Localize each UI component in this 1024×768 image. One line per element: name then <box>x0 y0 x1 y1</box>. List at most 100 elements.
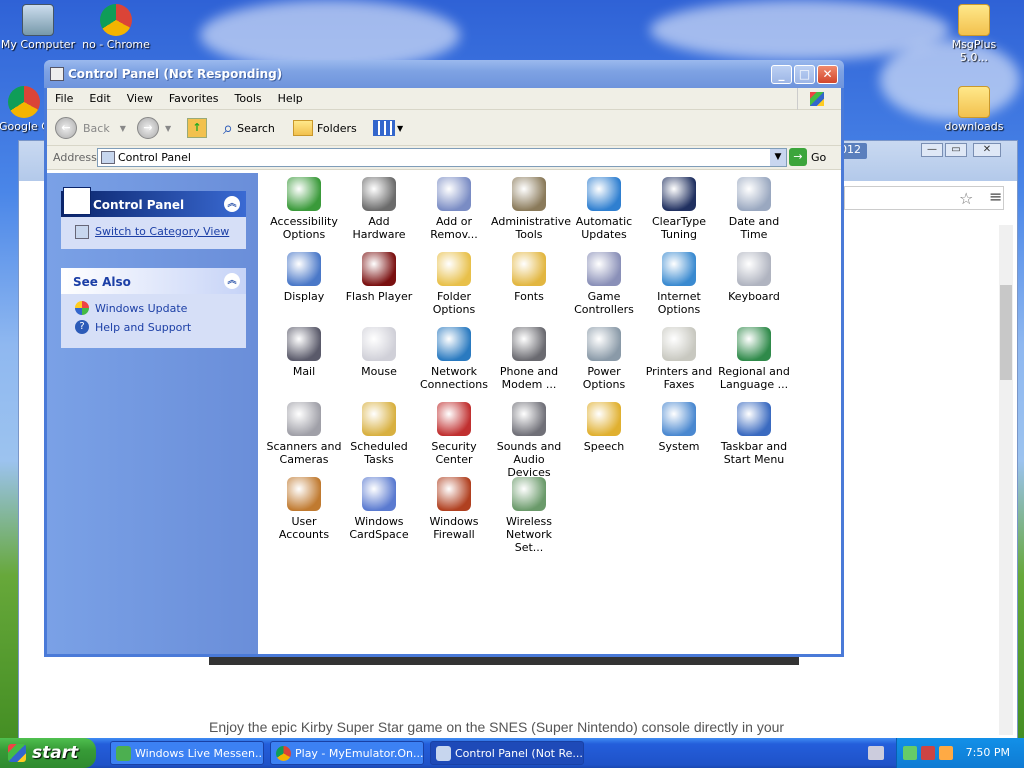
control-panel-item[interactable]: Security Center <box>416 402 492 466</box>
control-panel-item[interactable]: Printers and Faxes <box>641 327 717 391</box>
control-panel-item[interactable]: Administrative Tools <box>491 177 572 241</box>
control-panel-item[interactable]: Accessibility Options <box>266 177 342 241</box>
applet-icon <box>362 477 396 511</box>
chrome-close-button[interactable]: ✕ <box>973 143 1001 157</box>
task-control-panel[interactable]: Control Panel (Not Re... <box>430 741 584 765</box>
task-chrome[interactable]: Play - MyEmulator.On... <box>270 741 424 765</box>
chrome-scrollbar[interactable] <box>999 225 1013 735</box>
control-panel-item[interactable]: Network Connections <box>416 327 492 391</box>
control-panel-item[interactable]: Scheduled Tasks <box>341 402 417 466</box>
control-panel-item[interactable]: Display <box>266 252 342 303</box>
item-label: Fonts <box>514 290 544 303</box>
chrome-omnibox[interactable] <box>844 186 1004 210</box>
control-panel-item[interactable]: Sounds and Audio Devices <box>491 402 567 479</box>
desktop-icon-my-computer[interactable]: My Computer <box>0 4 76 51</box>
search-button[interactable]: ⌕ Search <box>223 116 275 140</box>
control-panel-box: Control Panel ︽ Switch to Category View <box>61 187 246 249</box>
views-button[interactable]: ▼ <box>373 116 403 140</box>
control-panel-item[interactable]: Fonts <box>491 252 567 303</box>
help-support-link[interactable]: ? Help and Support <box>61 317 246 336</box>
control-panel-item[interactable]: Mouse <box>341 327 417 378</box>
chrome-minimize-button[interactable]: — <box>921 143 943 157</box>
menu-icon[interactable]: ≡ <box>989 187 1002 206</box>
item-label: ClearType <box>651 215 707 228</box>
control-panel-item[interactable]: Windows Firewall <box>416 477 492 541</box>
keyboard-icon[interactable] <box>868 746 884 760</box>
control-panel-box-header[interactable]: Control Panel ︽ <box>61 187 246 217</box>
collapse-icon[interactable]: ︽ <box>224 196 240 212</box>
desktop-icon-chrome[interactable]: no - Chrome <box>78 4 154 51</box>
address-field[interactable]: Control Panel ▼ <box>97 148 787 167</box>
control-panel-item[interactable]: ClearType Tuning <box>641 177 717 241</box>
item-label: Display <box>283 290 325 303</box>
control-panel-item[interactable]: Add or Remov... <box>416 177 492 241</box>
star-icon[interactable]: ☆ <box>959 189 973 208</box>
menu-file[interactable]: File <box>47 88 81 109</box>
item-label-line2: Remov... <box>430 228 478 241</box>
see-also-header[interactable]: See Also ︽ <box>61 268 246 294</box>
item-label-line2: Faxes <box>663 378 695 391</box>
menu-favorites[interactable]: Favorites <box>161 88 227 109</box>
up-folder-button[interactable]: ↑ <box>187 116 207 140</box>
desktop-icon-downloads[interactable]: downloads <box>936 86 1012 133</box>
control-panel-item[interactable]: Wireless Network Set... <box>491 477 567 554</box>
control-panel-item[interactable]: Speech <box>566 402 642 453</box>
item-label-line2: Controllers <box>574 303 634 316</box>
control-panel-item[interactable]: Mail <box>266 327 342 378</box>
back-arrow-icon: ← <box>55 117 77 139</box>
control-panel-item[interactable]: Flash Player <box>341 252 417 303</box>
chrome-maximize-button[interactable]: ▭ <box>945 143 967 157</box>
control-panel-item[interactable]: Windows CardSpace <box>341 477 417 541</box>
menu-edit[interactable]: Edit <box>81 88 118 109</box>
maximize-button[interactable]: □ <box>794 65 815 84</box>
go-button[interactable]: → Go <box>789 148 826 166</box>
windows-logo-icon <box>797 88 835 110</box>
control-panel-item[interactable]: Internet Options <box>641 252 717 316</box>
control-panel-item[interactable]: Game Controllers <box>566 252 642 316</box>
security-alert-icon[interactable] <box>921 746 935 760</box>
window-titlebar[interactable]: Control Panel (Not Responding) _ □ ✕ <box>44 60 844 88</box>
item-label: Keyboard <box>728 290 780 303</box>
chevron-down-icon[interactable]: ▼ <box>770 149 786 166</box>
windows-update-link[interactable]: Windows Update <box>61 294 246 317</box>
folders-button[interactable]: Folders <box>293 116 357 140</box>
task-messenger[interactable]: Windows Live Messen... <box>110 741 264 765</box>
control-panel-item[interactable]: Keyboard <box>716 252 792 303</box>
item-label: Flash Player <box>345 290 413 303</box>
control-panel-icon <box>101 151 115 164</box>
control-panel-item[interactable]: Regional and Language ... <box>716 327 792 391</box>
minimize-button[interactable]: _ <box>771 65 792 84</box>
go-arrow-icon: → <box>789 148 807 166</box>
switch-category-view-link[interactable]: Switch to Category View <box>61 217 246 239</box>
collapse-icon[interactable]: ︽ <box>224 273 240 289</box>
item-label-line2: Start Menu <box>723 453 785 466</box>
control-panel-item[interactable]: Scanners and Cameras <box>266 402 342 466</box>
control-panel-item[interactable]: Folder Options <box>416 252 492 316</box>
desktop-icon-msgplus[interactable]: MsgPlus 5.0... <box>936 4 1012 64</box>
item-label: Mail <box>292 365 316 378</box>
start-button[interactable]: start <box>0 738 96 768</box>
menu-view[interactable]: View <box>119 88 161 109</box>
control-panel-item[interactable]: Add Hardware <box>341 177 417 241</box>
forward-button[interactable]: → ▼ <box>137 116 171 140</box>
menu-tools[interactable]: Tools <box>227 88 270 109</box>
back-button[interactable]: ← Back ▼ <box>55 116 126 140</box>
menu-help[interactable]: Help <box>270 88 311 109</box>
control-panel-item[interactable]: System <box>641 402 717 453</box>
search-tray-icon[interactable] <box>939 746 953 760</box>
item-label: Administrative <box>491 215 572 228</box>
network-icon[interactable] <box>903 746 917 760</box>
scrollbar-thumb[interactable] <box>1000 285 1012 380</box>
control-panel-item[interactable]: Date and Time <box>716 177 792 241</box>
taskbar: start Windows Live Messen... Play - MyEm… <box>0 738 1024 768</box>
item-label: Network <box>431 365 477 378</box>
control-panel-item[interactable]: User Accounts <box>266 477 342 541</box>
item-label-line2: Updates <box>581 228 627 241</box>
close-button[interactable]: ✕ <box>817 65 838 84</box>
control-panel-item[interactable]: Phone and Modem ... <box>491 327 567 391</box>
control-panel-item[interactable]: Power Options <box>566 327 642 391</box>
applet-icon <box>662 252 696 286</box>
control-panel-item[interactable]: Taskbar and Start Menu <box>716 402 792 466</box>
control-panel-item[interactable]: Automatic Updates <box>566 177 642 241</box>
item-label: Sounds and <box>496 440 562 453</box>
